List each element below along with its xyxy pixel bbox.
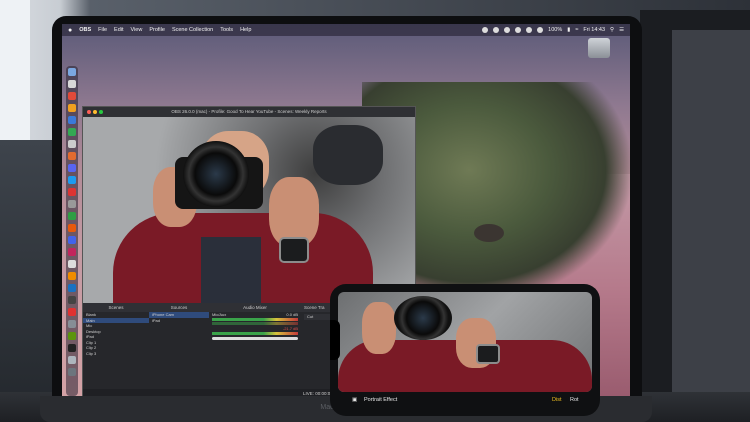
app-icon[interactable] [68, 224, 76, 232]
app-icon[interactable] [68, 296, 76, 304]
macos-menubar: ● OBS File Edit View Profile Scene Colle… [62, 24, 630, 36]
finder-icon[interactable] [68, 68, 76, 76]
rotate-control[interactable]: Rot [570, 397, 579, 403]
app-icon[interactable] [68, 356, 76, 364]
wifi-icon[interactable]: ≈ [575, 27, 578, 33]
audio-mixer-dock: Audio Mixer Mic/Aux 0.0 dB -21.7 dB [209, 303, 302, 396]
drive-icon[interactable] [588, 38, 610, 58]
person-hand [362, 302, 396, 354]
app-icon[interactable] [68, 128, 76, 136]
sources-header: Sources [149, 303, 209, 312]
volume-meter [212, 322, 298, 325]
smartwatch [476, 344, 500, 364]
clock[interactable]: Fri 14:43 [583, 27, 605, 33]
volume-meter [212, 318, 298, 321]
status-icon[interactable] [504, 27, 511, 33]
obs-dock-icon[interactable] [68, 344, 76, 352]
bluetooth-icon[interactable] [526, 27, 533, 33]
menu-tools[interactable]: Tools [220, 27, 233, 33]
chair [0, 140, 60, 422]
status-icon[interactable] [493, 27, 500, 33]
app-icon[interactable] [68, 152, 76, 160]
app-icon[interactable] [68, 92, 76, 100]
iphone-camera-toolbar: ▣ Portrait Effect Dist Rot [338, 392, 592, 410]
status-icon[interactable] [515, 27, 522, 33]
volume-meter [212, 332, 298, 335]
app-icon[interactable] [68, 212, 76, 220]
app-icon[interactable] [68, 248, 76, 256]
camera-lens [394, 296, 452, 340]
app-icon[interactable] [68, 116, 76, 124]
iphone-notch [330, 320, 340, 360]
camera-lens [183, 141, 249, 207]
menu-edit[interactable]: Edit [114, 27, 123, 33]
menu-profile[interactable]: Profile [149, 27, 165, 33]
app-icon[interactable] [68, 164, 76, 172]
source-item[interactable]: iPad [149, 318, 209, 324]
volume-icon[interactable] [537, 27, 544, 33]
mixer-track: -21.7 dB [209, 326, 301, 331]
dock [66, 66, 78, 396]
obs-preview[interactable] [83, 117, 415, 303]
app-icon[interactable] [68, 176, 76, 184]
portrait-icon[interactable]: ▣ [352, 397, 357, 403]
portrait-effect-label[interactable]: Portrait Effect [364, 397, 397, 403]
app-icon[interactable] [68, 188, 76, 196]
distance-control[interactable]: Dist [552, 397, 561, 403]
app-icon[interactable] [68, 272, 76, 280]
mixer-track-name: Mic/Aux [212, 312, 227, 317]
mixer-track-db: 0.0 dB [286, 312, 298, 317]
battery-icon[interactable]: ▮ [567, 27, 570, 33]
app-icon[interactable] [68, 104, 76, 112]
scenes-dock: Scenes Blank Main Mic Desktop iPad Clip … [83, 303, 150, 396]
search-icon[interactable]: ⚲ [610, 27, 614, 33]
mixer-track: Mic/Aux 0.0 dB [209, 312, 301, 317]
app-icon[interactable] [68, 140, 76, 148]
live-time: LIVE: 00:00:00 [303, 391, 333, 396]
menu-help[interactable]: Help [240, 27, 251, 33]
app-icon[interactable] [68, 332, 76, 340]
volume-slider[interactable] [212, 337, 298, 340]
wallpaper-rock [474, 224, 504, 242]
launchpad-icon[interactable] [68, 80, 76, 88]
obs-titlebar[interactable]: OBS 26.0.0 (mac) - Profile: Good To Hear… [83, 107, 415, 117]
menu-view[interactable]: View [131, 27, 143, 33]
audio-mixer-header: Audio Mixer [209, 303, 301, 312]
external-monitor-screen [672, 30, 750, 422]
battery-percentage: 100% [548, 27, 563, 33]
control-center-icon[interactable]: ☰ [619, 27, 624, 33]
app-icon[interactable] [68, 200, 76, 208]
minimize-icon[interactable] [93, 110, 97, 114]
window-light [0, 0, 30, 140]
trash-icon[interactable] [68, 368, 76, 376]
app-icon[interactable] [68, 260, 76, 268]
app-icon[interactable] [68, 320, 76, 328]
status-icon[interactable] [482, 27, 489, 33]
close-icon[interactable] [87, 110, 91, 114]
obs-window-title: OBS 26.0.0 (mac) - Profile: Good To Hear… [171, 109, 327, 114]
scenes-header: Scenes [83, 303, 149, 312]
scene-item[interactable]: Clip 3 [83, 351, 149, 357]
smartwatch [279, 237, 309, 263]
iphone-camera-view [338, 292, 592, 392]
menu-scene-collection[interactable]: Scene Collection [172, 27, 213, 33]
app-icon[interactable] [68, 308, 76, 316]
menubar-status-area: 100% ▮ ≈ Fri 14:43 ⚲ ☰ [482, 24, 624, 36]
app-icon[interactable] [68, 236, 76, 244]
sources-dock: Sources iPhone Cam iPad + − ⚙ ∧ ∨ [149, 303, 210, 396]
studio-light [313, 125, 383, 185]
apple-menu-icon[interactable]: ● [68, 27, 72, 34]
app-icon[interactable] [68, 284, 76, 292]
person-shirt [201, 237, 261, 303]
menu-app[interactable]: OBS [79, 27, 91, 33]
menu-file[interactable]: File [98, 27, 107, 33]
mixer-track-db: -21.7 dB [282, 326, 298, 331]
zoom-icon[interactable] [99, 110, 103, 114]
